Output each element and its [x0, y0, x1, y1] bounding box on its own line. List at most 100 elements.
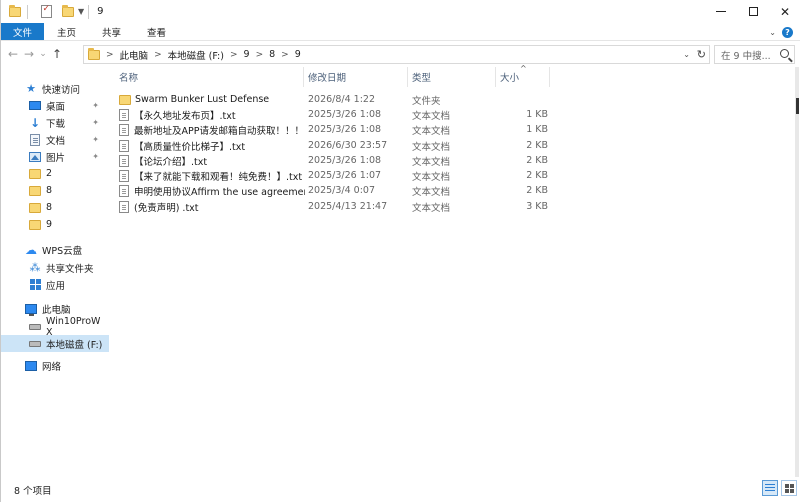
nav-folder-2[interactable]: 2 [1, 165, 109, 182]
column-header-name[interactable]: 名称 [119, 67, 138, 87]
list-item[interactable]: (免责声明) .txt 2025/4/13 21:47 文本文档 3 KB [111, 199, 551, 214]
nav-label: 此电脑 [42, 304, 71, 316]
nav-label: 下载 [46, 118, 66, 130]
folder-icon [29, 219, 41, 231]
forward-button[interactable]: → [21, 44, 37, 64]
breadcrumb-separator[interactable]: > [256, 50, 264, 60]
new-folder-icon[interactable] [60, 4, 76, 20]
nav-folder-9[interactable]: 9 [1, 216, 109, 233]
list-item[interactable]: 最新地址及APP请发邮箱自动获取！！！.... 2025/3/26 1:08 文… [111, 122, 551, 137]
close-button[interactable]: ✕ [769, 0, 800, 23]
nav-this-pc[interactable]: 此电脑 [1, 300, 109, 317]
maximize-button[interactable] [737, 0, 769, 23]
text-file-icon [119, 169, 129, 182]
column-header-type[interactable]: 类型 [412, 67, 431, 87]
share-icon: ⁂ [29, 261, 41, 274]
nav-documents[interactable]: 文档 ✦ [1, 131, 109, 148]
list-item[interactable]: 【来了就能下载和观看！纯免费！】.txt 2025/3/26 1:07 文本文档… [111, 168, 551, 183]
breadcrumb-folder-9[interactable]: 9 [244, 49, 250, 60]
breadcrumb-separator[interactable]: > [281, 50, 289, 60]
pin-icon[interactable]: ✦ [92, 118, 99, 127]
column-divider[interactable] [495, 67, 496, 87]
tab-view[interactable]: 查看 [134, 23, 179, 40]
address-dropdown-icon[interactable]: ⌄ [683, 46, 690, 63]
file-size: 2 KB [526, 170, 548, 181]
nav-label: 文档 [46, 135, 66, 147]
column-divider[interactable] [407, 67, 408, 87]
close-icon: ✕ [779, 4, 791, 19]
address-bar[interactable]: > 此电脑 > 本地磁盘 (F:) > 9 > 8 > 9 ⌄ ↻ [83, 45, 710, 64]
list-item[interactable]: 申明使用协议Affirm the use agreemen... 2025/3/… [111, 183, 551, 198]
quick-access-dropdown-icon[interactable]: ▼ [78, 7, 84, 16]
breadcrumb-folder-8[interactable]: 8 [269, 49, 275, 60]
pin-icon[interactable]: ✦ [92, 135, 99, 144]
file-type: 文本文档 [412, 110, 451, 122]
nav-apps[interactable]: 应用 [1, 276, 109, 293]
nav-shared-folder[interactable]: ⁂ 共享文件夹 [1, 259, 109, 276]
nav-wps-cloud[interactable]: ☁ WPS云盘 [1, 241, 109, 258]
help-icon[interactable]: ? [782, 26, 793, 38]
file-list: 名称 修改日期 类型 大小 ^ Swarm Bunker Lust Defens… [111, 64, 800, 477]
list-item[interactable]: 【高质量性价比梯子】.txt 2026/6/30 23:57 文本文档 2 KB [111, 138, 551, 153]
file-size: 2 KB [526, 155, 548, 166]
properties-icon[interactable] [38, 4, 54, 20]
pin-icon[interactable]: ✦ [92, 152, 99, 161]
list-item[interactable]: Swarm Bunker Lust Defense 2026/8/4 1:22 … [111, 92, 551, 107]
file-size: 2 KB [526, 185, 548, 196]
recent-locations-icon[interactable]: ⌄ [37, 44, 49, 64]
up-button[interactable]: ↑ [49, 44, 65, 64]
column-header-size[interactable]: 大小 [500, 67, 519, 87]
search-icon [780, 49, 789, 58]
list-item[interactable]: 【永久地址发布页】.txt 2025/3/26 1:08 文本文档 1 KB [111, 107, 551, 122]
nav-folder-8[interactable]: 8 [1, 182, 109, 199]
search-input[interactable]: 在 9 中搜... [714, 45, 795, 64]
details-view-button[interactable] [762, 480, 778, 496]
window-title: 9 [97, 6, 104, 17]
file-name: 申明使用协议Affirm the use agreemen... [134, 186, 305, 198]
breadcrumb-separator[interactable]: > [154, 50, 162, 60]
documents-icon [29, 133, 41, 146]
folder-icon [29, 202, 41, 214]
refresh-button[interactable]: ↻ [697, 46, 706, 63]
file-name: (免责声明) .txt [134, 202, 199, 214]
nav-label: 8 [46, 185, 53, 196]
nav-folder-8b[interactable]: 8 [1, 199, 109, 216]
breadcrumb-folder-9-current[interactable]: 9 [295, 49, 301, 60]
file-name: 【永久地址发布页】.txt [134, 110, 236, 122]
text-file-icon [119, 200, 129, 213]
pin-icon[interactable]: ✦ [92, 101, 99, 110]
network-icon [25, 360, 37, 372]
minimize-button[interactable] [705, 0, 737, 23]
back-button[interactable]: ← [5, 44, 21, 64]
file-name: 【高质量性价比梯子】.txt [134, 141, 246, 153]
column-header-date[interactable]: 修改日期 [308, 67, 346, 87]
explorer-window: ▼ 9 ✕ 文件 主页 共享 查看 ⌄ ? ← → ⌄ ↑ > 此电脑 > 本地… [0, 0, 800, 502]
nav-downloads[interactable]: ↓ 下载 ✦ [1, 114, 109, 131]
text-file-icon [119, 154, 129, 167]
column-divider[interactable] [549, 67, 550, 87]
nav-quick-access[interactable]: ★ 快速访问 [1, 80, 109, 97]
tab-share[interactable]: 共享 [89, 23, 134, 40]
column-divider[interactable] [303, 67, 304, 87]
breadcrumb-this-pc[interactable]: 此电脑 [120, 48, 149, 62]
list-item[interactable]: 【论坛介绍】.txt 2025/3/26 1:08 文本文档 2 KB [111, 153, 551, 168]
download-icon: ↓ [29, 115, 41, 130]
breadcrumb-separator[interactable]: > [106, 50, 114, 60]
text-file-icon [119, 108, 129, 121]
breadcrumb-separator[interactable]: > [230, 50, 238, 60]
large-icons-view-button[interactable] [781, 480, 797, 496]
breadcrumb-drive-f[interactable]: 本地磁盘 (F:) [168, 48, 224, 62]
title-bar: ▼ 9 ✕ [1, 0, 800, 23]
nav-pictures[interactable]: 图片 ✦ [1, 148, 109, 165]
tab-home[interactable]: 主页 [44, 23, 89, 40]
file-type: 文本文档 [412, 171, 451, 183]
chevron-down-icon[interactable]: ⌄ [769, 28, 776, 37]
nav-drive-f[interactable]: 本地磁盘 (F:) [1, 335, 109, 352]
nav-desktop[interactable]: 桌面 ✦ [1, 97, 109, 114]
nav-network[interactable]: 网络 [1, 357, 109, 374]
nav-drive-win10[interactable]: Win10ProW X [1, 316, 109, 338]
scrollbar-thumb[interactable] [796, 98, 799, 114]
tab-file[interactable]: 文件 [1, 23, 45, 40]
file-size: 3 KB [526, 201, 548, 212]
file-date: 2025/3/26 1:07 [308, 170, 382, 181]
